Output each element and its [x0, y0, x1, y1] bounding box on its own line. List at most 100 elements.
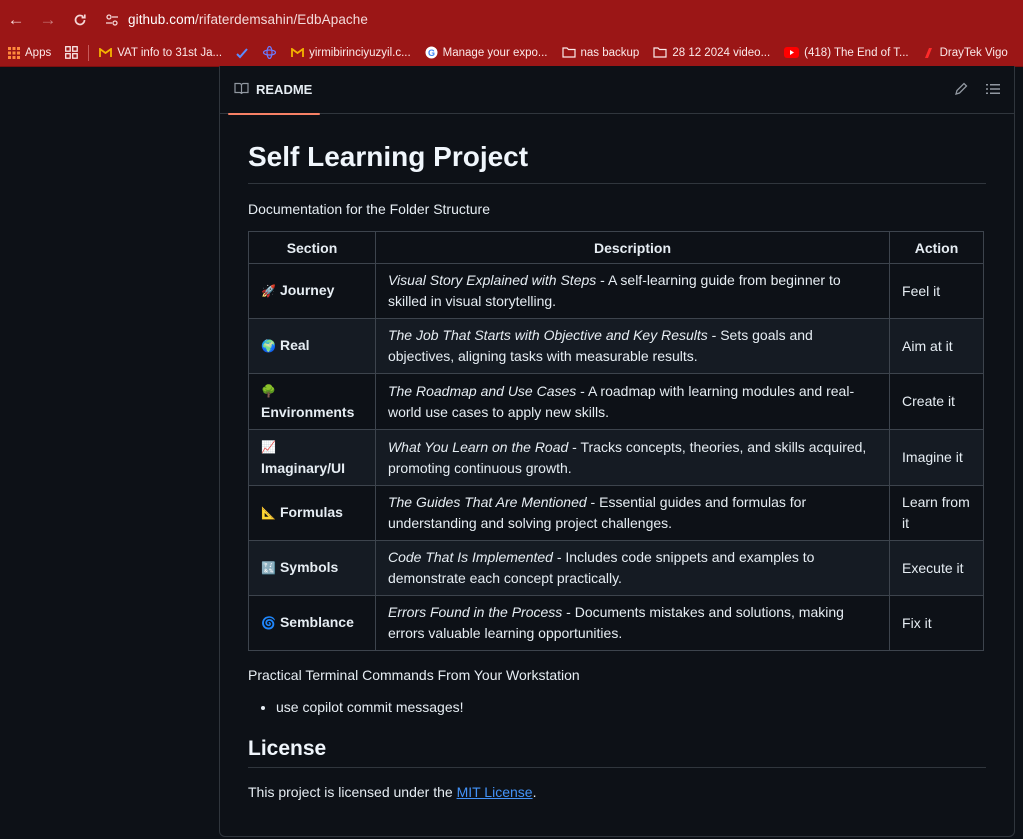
google-icon: G [425, 46, 438, 59]
table-row: 🚀 Journey Visual Story Explained with Ste… [248, 263, 984, 319]
folder-icon [561, 47, 576, 58]
pencil-icon[interactable] [954, 82, 968, 99]
readme-header: README [220, 66, 1014, 115]
table-header-row: Section Description Action [248, 231, 984, 264]
table-row: 📈 Imaginary/UI What You Learn on the Road… [248, 429, 984, 486]
section-cell: 🌀 Semblance [248, 595, 376, 651]
description-title: The Guides That Are Mentioned [387, 494, 587, 510]
section-cell: 🌳 Environments [248, 373, 376, 430]
globe-icon: 🌍 [261, 339, 276, 353]
tab-groups-icon[interactable] [65, 46, 79, 59]
section-name: Real [279, 337, 310, 353]
url-host: github.com [128, 12, 196, 27]
readme-panel: README Self Learning Project Documentati… [219, 66, 1015, 837]
license-suffix: . [532, 784, 537, 800]
bookmark-vat-info[interactable]: VAT info to 31st Ja... [99, 47, 222, 59]
bookmark-label: Manage your expo... [442, 46, 548, 59]
description-title: Visual Story Explained with Steps [387, 272, 597, 288]
section-cell: 🌍 Real [248, 318, 376, 374]
section-cell: 🚀 Journey [248, 263, 376, 319]
description-cell: What You Learn on the Road - Tracks conc… [374, 429, 891, 486]
folder-structure-table: Section Description Action 🚀 Journey Visu… [248, 231, 984, 651]
action-cell: Imagine it [889, 429, 984, 486]
folder-icon [653, 47, 667, 58]
section-name: Semblance [279, 614, 354, 630]
list-item: use copilot commit messages! [276, 699, 986, 715]
address-bar: ← → github.com/rifaterdemsahin/EdbApache [0, 0, 1023, 39]
bookmark-label: DrayTek Vigo [939, 46, 1008, 59]
intro-text: Documentation for the Folder Structure [248, 201, 491, 217]
description-cell: Errors Found in the Process - Documents … [374, 595, 891, 651]
back-icon[interactable]: ← [0, 0, 32, 39]
atom-icon [263, 46, 277, 59]
section-name: Symbols [279, 559, 339, 575]
readme-content: Self Learning Project Documentation for … [248, 114, 986, 800]
bookmark-yirmibirinci[interactable]: yirmibirinciyuzyil.c... [291, 47, 411, 59]
bookmark-atom[interactable] [263, 46, 281, 59]
description-cell: Code That Is Implemented - Includes code… [374, 540, 891, 596]
table-row: 🌀 Semblance Errors Found in the Process -… [248, 595, 984, 651]
page-content: README Self Learning Project Documentati… [0, 66, 1023, 839]
bookmark-nas-backup[interactable]: nas backup [561, 46, 640, 59]
bookmark-label: (418) The End of T... [804, 46, 909, 59]
page-title: Self Learning Project [248, 141, 986, 184]
rocket-icon: 🚀 [261, 284, 276, 298]
license-heading: License [248, 737, 986, 768]
tree-icon: 🌳 [261, 384, 276, 398]
description-cell: Visual Story Explained with Steps - A se… [374, 263, 891, 319]
description-title: The Roadmap and Use Cases [387, 382, 577, 399]
bookmark-video[interactable]: 28 12 2024 video... [653, 47, 770, 59]
bookmark-label: 28 12 2024 video... [672, 46, 771, 59]
draytek-icon [923, 47, 935, 59]
forward-icon[interactable]: → [32, 0, 64, 39]
description-title: What You Learn on the Road [387, 438, 569, 455]
action-cell: Learn from it [889, 485, 984, 541]
table-row: 📐 Formulas The Guides That Are Mentioned … [248, 485, 984, 541]
description-cell: The Guides That Are Mentioned - Essentia… [374, 485, 891, 541]
description-title: Errors Found in the Process [387, 604, 563, 620]
site-info-icon[interactable] [102, 10, 122, 30]
action-cell: Create it [889, 373, 984, 430]
reload-icon[interactable] [64, 0, 96, 39]
description-title: Code That Is Implemented [387, 549, 553, 565]
chart-increasing-icon: 📈 [261, 440, 276, 454]
url-path: /rifaterdemsahin/EdbApache [195, 12, 368, 27]
description-cell: The Roadmap and Use Cases - A roadmap wi… [374, 373, 891, 430]
commands-heading: Practical Terminal Commands From Your Wo… [248, 667, 580, 683]
description-cell: The Job That Starts with Objective and K… [374, 318, 891, 374]
bookmark-divider [88, 44, 90, 61]
triangular-ruler-icon: 📐 [261, 506, 276, 520]
action-cell: Fix it [889, 595, 984, 651]
description-title: The Job That Starts with Objective and K… [387, 327, 708, 343]
table-row: 🔣 Symbols Code That Is Implemented - Incl… [248, 540, 984, 596]
bookmark-draytek[interactable]: DrayTek Vigo [923, 47, 1008, 59]
section-cell: 📐 Formulas [248, 485, 376, 541]
bookmark-label: nas backup [580, 46, 640, 59]
outline-list-icon[interactable] [986, 82, 1000, 98]
svg-text:G: G [428, 48, 435, 58]
bookmarks-bar: Apps VAT info to 31st Ja... yirmibirinci… [0, 39, 1023, 67]
action-cell: Aim at it [889, 318, 984, 374]
bookmark-label: yirmibirinciyuzyil.c... [309, 46, 411, 59]
book-icon [234, 82, 249, 98]
gmail-icon [291, 47, 304, 58]
bookmark-label: Apps [25, 46, 52, 59]
action-cell: Feel it [889, 263, 984, 319]
youtube-icon [784, 47, 800, 58]
mit-license-link[interactable]: MIT License [457, 784, 533, 800]
table-row: 🌍 Real The Job That Starts with Objective… [248, 318, 984, 374]
table-row: 🌳 Environments The Roadmap and Use Cases … [248, 373, 984, 430]
section-name: Imaginary/UI [261, 460, 346, 476]
tab-readme[interactable]: README [227, 66, 321, 115]
cyclone-icon: 🌀 [261, 616, 276, 630]
bookmark-apps[interactable]: Apps [8, 46, 52, 59]
bookmark-check[interactable] [236, 47, 253, 59]
url-field[interactable]: github.com/rifaterdemsahin/EdbApache [128, 12, 368, 27]
license-text: This project is licensed under the MIT L… [248, 784, 986, 800]
readme-tab-label: README [256, 82, 313, 97]
section-cell: 🔣 Symbols [248, 540, 376, 596]
bookmark-label: VAT info to 31st Ja... [117, 46, 223, 59]
commands-list: use copilot commit messages! [248, 699, 986, 715]
bookmark-manage-expo[interactable]: G Manage your expo... [425, 46, 548, 59]
bookmark-youtube[interactable]: (418) The End of T... [784, 46, 909, 59]
